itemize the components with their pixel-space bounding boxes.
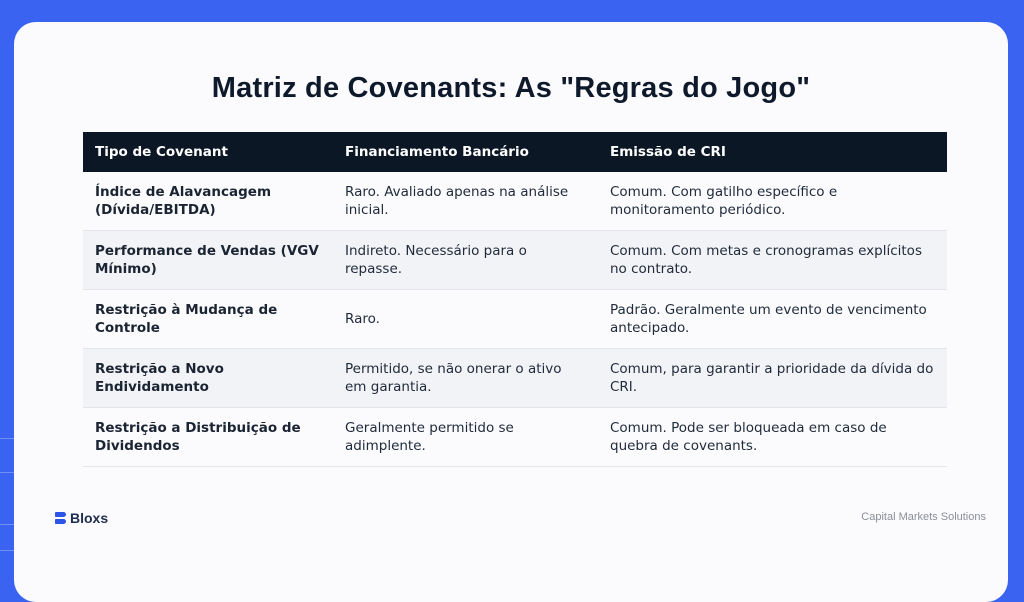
covenant-type-cell: Restrição a Novo Endividamento xyxy=(83,348,333,408)
table-row: Performance de Vendas (VGV Mínimo) Indir… xyxy=(83,230,947,290)
background-frame: Matriz de Covenants: As "Regras do Jogo"… xyxy=(0,0,1024,602)
bloxs-logo-icon xyxy=(55,512,66,524)
footer-tagline: Capital Markets Solutions xyxy=(861,511,986,523)
bank-financing-cell: Indireto. Necessário para o repasse. xyxy=(333,230,598,290)
bank-financing-cell: Raro. Avaliado apenas na análise inicial… xyxy=(333,172,598,231)
covenant-matrix-table: Tipo de Covenant Financiamento Bancário … xyxy=(83,132,947,467)
table-header-row: Tipo de Covenant Financiamento Bancário … xyxy=(83,132,947,172)
slide-title: Matriz de Covenants: As "Regras do Jogo" xyxy=(211,72,811,104)
logo-text: Bloxs xyxy=(70,510,109,526)
bank-financing-cell: Permitido, se não onerar o ativo em gara… xyxy=(333,348,598,408)
table-row: Restrição a Novo Endividamento Permitido… xyxy=(83,348,947,408)
cri-issuance-cell: Comum. Pode ser bloqueada em caso de que… xyxy=(598,407,947,467)
cri-issuance-cell: Comum. Com gatilho específico e monitora… xyxy=(598,172,947,231)
bank-financing-cell: Geralmente permitido se adimplente. xyxy=(333,407,598,467)
decorative-lines xyxy=(0,438,14,576)
cri-issuance-cell: Comum. Com metas e cronogramas explícito… xyxy=(598,230,947,290)
column-header-bank-financing: Financiamento Bancário xyxy=(333,132,598,172)
cri-issuance-cell: Comum, para garantir a prioridade da dív… xyxy=(598,348,947,408)
column-header-cri-issuance: Emissão de CRI xyxy=(598,132,947,172)
covenant-type-cell: Restrição a Distribuição de Dividendos xyxy=(83,407,333,467)
table-row: Índice de Alavancagem (Dívida/EBITDA) Ra… xyxy=(83,172,947,231)
slide-card: Matriz de Covenants: As "Regras do Jogo"… xyxy=(14,22,1008,602)
covenant-type-cell: Restrição à Mudança de Controle xyxy=(83,289,333,349)
covenant-type-cell: Performance de Vendas (VGV Mínimo) xyxy=(83,230,333,290)
table-row: Restrição a Distribuição de Dividendos G… xyxy=(83,407,947,467)
bank-financing-cell: Raro. xyxy=(333,289,598,349)
column-header-type: Tipo de Covenant xyxy=(83,132,333,172)
covenant-type-cell: Índice de Alavancagem (Dívida/EBITDA) xyxy=(83,172,333,231)
table-row: Restrição à Mudança de Controle Raro. Pa… xyxy=(83,289,947,349)
bloxs-logo: Bloxs xyxy=(55,510,108,526)
cri-issuance-cell: Padrão. Geralmente um evento de vencimen… xyxy=(598,289,947,349)
